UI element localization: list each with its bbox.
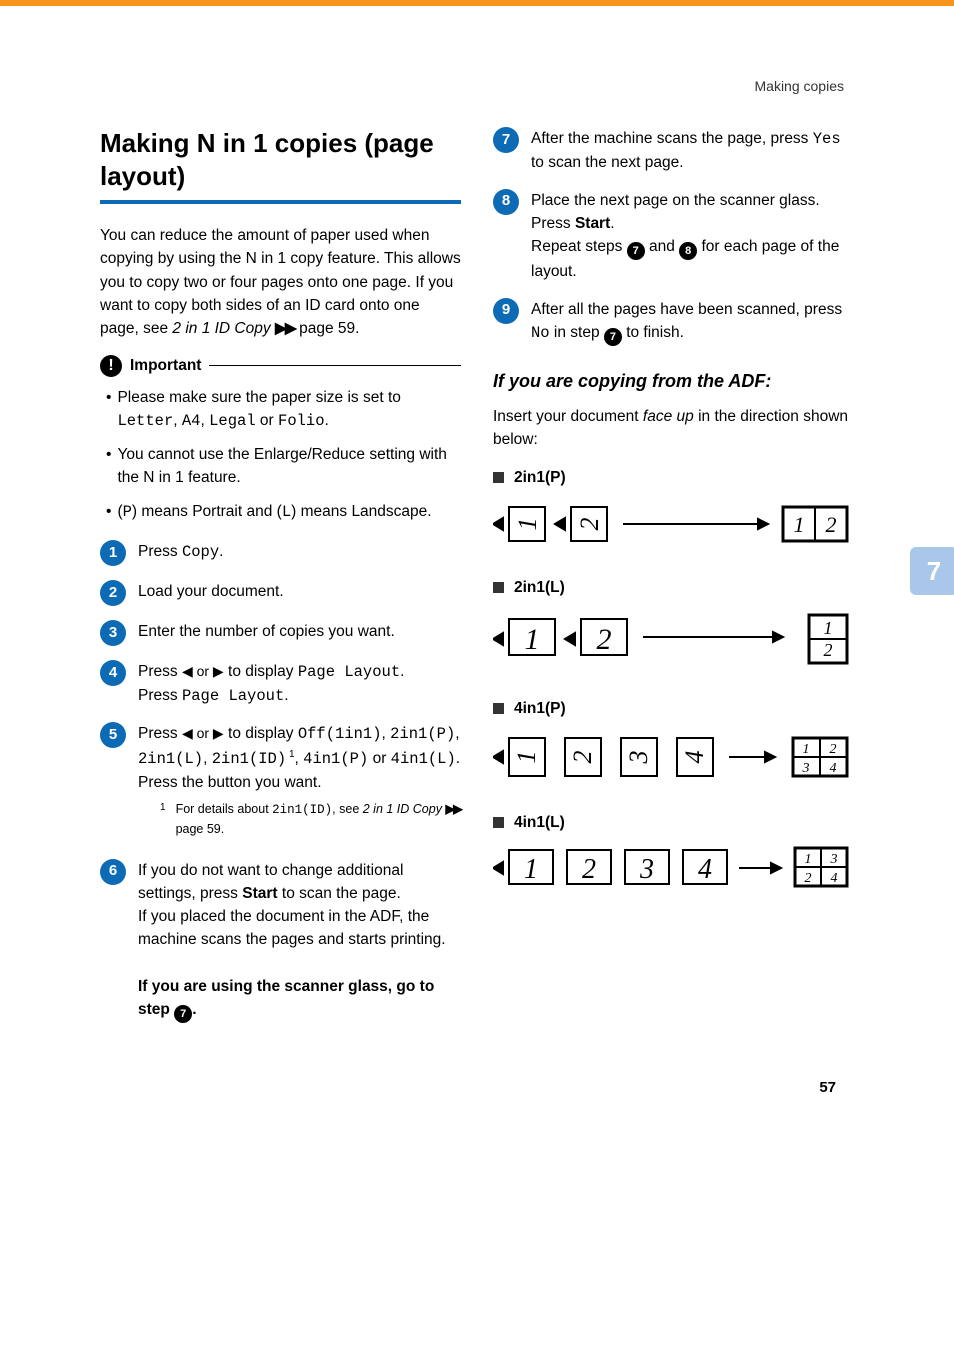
svg-text:4: 4 bbox=[680, 750, 709, 763]
diagram-4in1l: 1 2 3 4 1 3 2 4 bbox=[493, 846, 853, 890]
step-1: Press Copy. bbox=[138, 540, 461, 566]
step-number-9: 9 bbox=[493, 298, 519, 324]
footnote-1: 1 For details about 2in1(ID), see 2 in 1… bbox=[160, 800, 461, 839]
svg-text:2: 2 bbox=[582, 854, 596, 885]
important-item-1: Please make sure the paper size is set t… bbox=[117, 386, 461, 434]
important-item-3: (P) means Portrait and (L) means Landsca… bbox=[117, 500, 431, 524]
step-number-3: 3 bbox=[100, 620, 126, 646]
svg-text:4: 4 bbox=[830, 761, 837, 776]
page-number: 57 bbox=[100, 1077, 854, 1100]
intro-paragraph: You can reduce the amount of paper used … bbox=[100, 224, 461, 340]
diagram-2in1p: 1 2 1 2 bbox=[493, 501, 853, 547]
bullet-icon bbox=[493, 817, 504, 828]
important-icon: ! bbox=[100, 355, 122, 377]
svg-text:2: 2 bbox=[824, 640, 833, 660]
step-7: After the machine scans the page, press … bbox=[531, 127, 854, 175]
step-number-4: 4 bbox=[100, 660, 126, 686]
page-title: Making N in 1 copies (page layout) bbox=[100, 127, 461, 192]
label-2in1l: 2in1(L) bbox=[514, 576, 565, 599]
step-2: Load your document. bbox=[138, 580, 461, 606]
svg-text:1: 1 bbox=[525, 623, 540, 656]
svg-text:1: 1 bbox=[524, 854, 538, 885]
xref-2in1-id-copy[interactable]: 2 in 1 ID Copy bbox=[172, 320, 270, 337]
step-9: After all the pages have been scanned, p… bbox=[531, 298, 854, 347]
title-underline bbox=[100, 200, 461, 204]
step-number-5: 5 bbox=[100, 722, 126, 748]
svg-text:3: 3 bbox=[624, 750, 653, 764]
divider bbox=[209, 365, 461, 366]
label-4in1l: 4in1(L) bbox=[514, 811, 565, 834]
svg-text:3: 3 bbox=[639, 854, 654, 885]
svg-text:4: 4 bbox=[698, 854, 712, 885]
step-number-8: 8 bbox=[493, 189, 519, 215]
important-item-2: You cannot use the Enlarge/Reduce settin… bbox=[117, 443, 461, 490]
step-4: Press ◀ or ▶ to display Page Layout. Pre… bbox=[138, 660, 461, 709]
step-3: Enter the number of copies you want. bbox=[138, 620, 461, 646]
diagram-4in1p: 1 2 3 4 1 2 3 4 bbox=[493, 732, 853, 782]
step-5: Press ◀ or ▶ to display Off(1in1), 2in1(… bbox=[138, 722, 461, 844]
important-list: Please make sure the paper size is set t… bbox=[100, 386, 461, 524]
step-ref-7c: 7 bbox=[604, 328, 622, 346]
svg-text:2: 2 bbox=[575, 517, 604, 530]
svg-text:4: 4 bbox=[831, 871, 838, 886]
bullet-icon bbox=[493, 703, 504, 714]
svg-text:2: 2 bbox=[826, 512, 837, 537]
svg-text:3: 3 bbox=[830, 852, 838, 867]
step-6: If you do not want to change additional … bbox=[138, 859, 461, 1024]
step-number-2: 2 bbox=[100, 580, 126, 606]
step-ref-7: 7 bbox=[174, 1005, 192, 1023]
svg-text:3: 3 bbox=[802, 761, 810, 776]
svg-text:1: 1 bbox=[794, 512, 805, 537]
step-number-1: 1 bbox=[100, 540, 126, 566]
chapter-tab: 7 bbox=[910, 547, 954, 595]
important-label: Important bbox=[130, 354, 201, 377]
breadcrumb: Making copies bbox=[0, 6, 954, 97]
svg-text:1: 1 bbox=[803, 742, 810, 757]
svg-text:1: 1 bbox=[805, 852, 812, 867]
svg-text:2: 2 bbox=[805, 871, 812, 886]
step-number-6: 6 bbox=[100, 859, 126, 885]
svg-text:2: 2 bbox=[597, 623, 612, 656]
diagram-2in1l: 1 2 1 2 bbox=[493, 611, 853, 667]
step-ref-7b: 7 bbox=[627, 242, 645, 260]
bullet-icon bbox=[493, 582, 504, 593]
svg-text:1: 1 bbox=[512, 750, 541, 763]
label-2in1p: 2in1(P) bbox=[514, 466, 566, 489]
adf-text: Insert your document face up in the dire… bbox=[493, 405, 854, 452]
svg-text:2: 2 bbox=[830, 742, 837, 757]
step-number-7: 7 bbox=[493, 127, 519, 153]
xref-2in1-id-copy-fn[interactable]: 2 in 1 ID Copy bbox=[363, 802, 442, 816]
adf-heading: If you are copying from the ADF: bbox=[493, 368, 854, 395]
svg-text:1: 1 bbox=[824, 618, 833, 638]
step-ref-8: 8 bbox=[679, 242, 697, 260]
label-4in1p: 4in1(P) bbox=[514, 697, 566, 720]
bullet-icon bbox=[493, 472, 504, 483]
step-8: Place the next page on the scanner glass… bbox=[531, 189, 854, 284]
svg-text:2: 2 bbox=[568, 750, 597, 763]
svg-text:1: 1 bbox=[513, 517, 542, 530]
